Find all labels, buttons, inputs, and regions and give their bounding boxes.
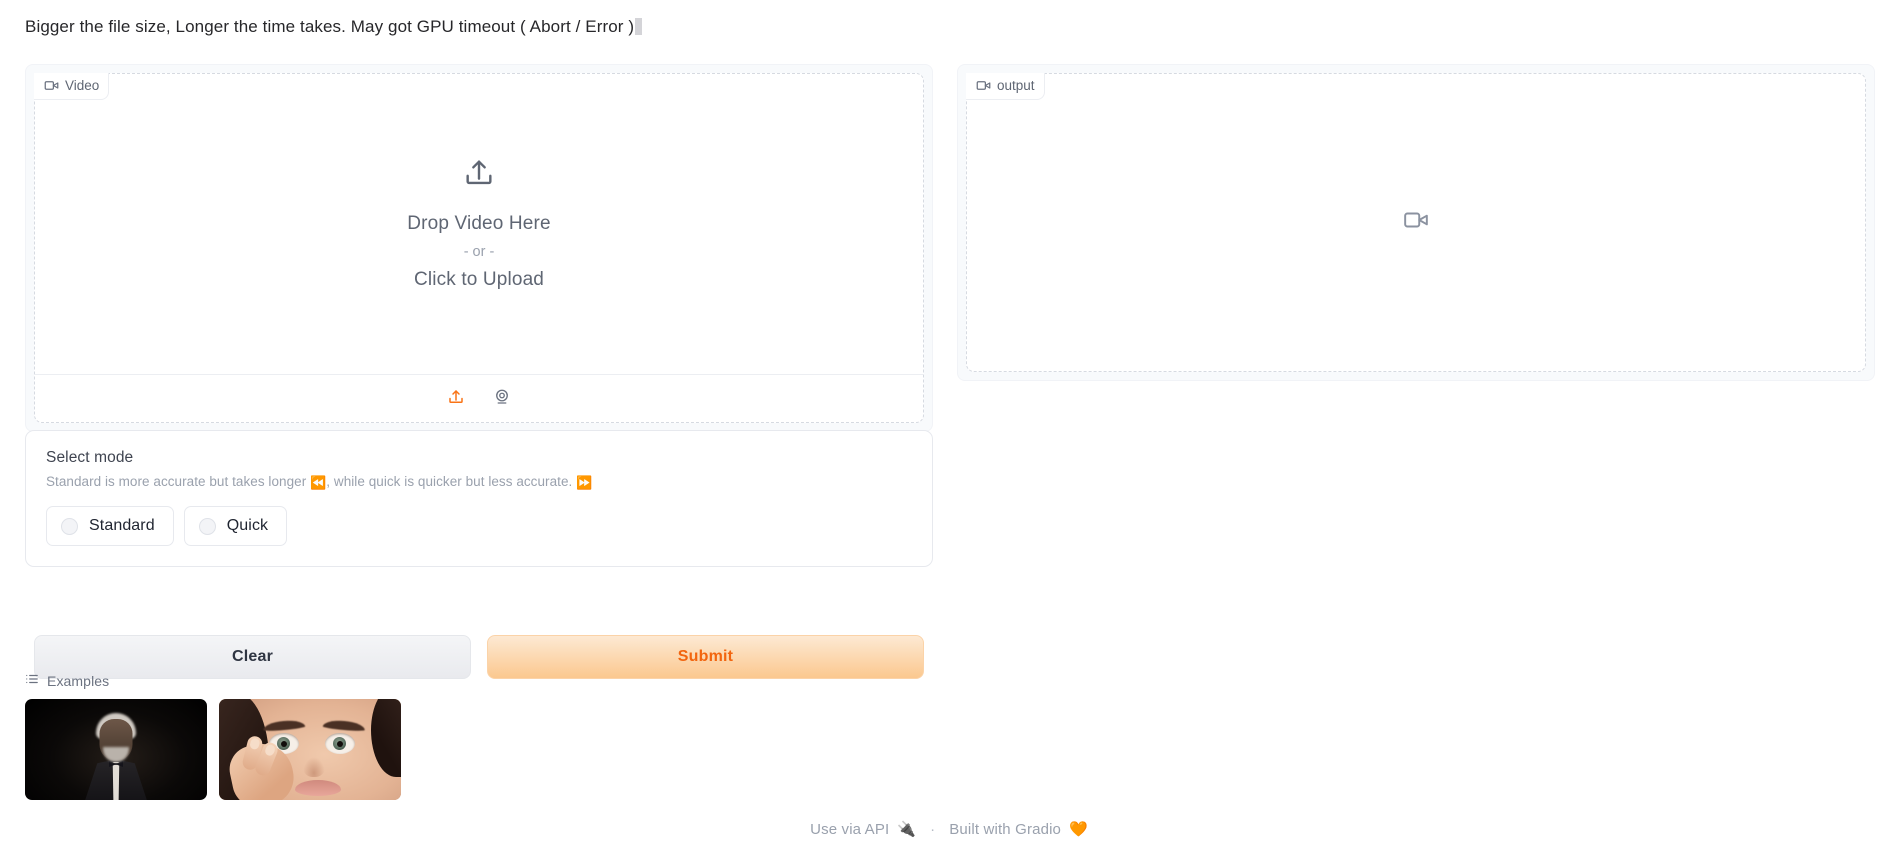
video-input-label: Video — [34, 73, 110, 100]
example-thumbnail-2[interactable] — [219, 699, 401, 800]
page-title-text: Bigger the file size, Longer the time ta… — [25, 17, 635, 36]
footer-separator: · — [930, 820, 936, 838]
mode-option-standard[interactable]: Standard — [46, 506, 174, 546]
list-icon — [25, 672, 39, 689]
examples-section: Examples — [25, 672, 1025, 800]
select-mode-info-middle: , while quick is quicker but less accura… — [326, 474, 577, 489]
video-upload-block[interactable]: Video Drop Video Here - or - Click to Up… — [34, 73, 924, 423]
example-thumbnail-1[interactable] — [25, 699, 207, 800]
webcam-source-button[interactable] — [489, 386, 515, 412]
fast-forward-emoji-icon: ⏩ — [576, 475, 593, 490]
video-source-bar — [35, 374, 923, 422]
upload-icon — [462, 156, 496, 195]
select-mode-panel: Select mode Standard is more accurate bu… — [25, 430, 933, 567]
drop-or-separator: - or - — [463, 243, 495, 260]
radio-circle-icon[interactable] — [61, 517, 78, 535]
mode-radio-group: Standard Quick — [46, 506, 912, 546]
thumb1-beard — [103, 747, 129, 762]
video-output-wrapper: output — [957, 64, 1875, 381]
thumb2-eye-right — [325, 733, 355, 754]
rewind-emoji-icon: ⏪ — [310, 475, 327, 490]
output-column: output — [957, 64, 1875, 381]
video-input-wrapper: Video Drop Video Here - or - Click to Up… — [25, 64, 933, 432]
thumb2-nail-2 — [263, 743, 277, 757]
plug-icon: 🔌 — [897, 821, 917, 838]
radio-circle-icon[interactable] — [198, 517, 216, 535]
thumb2-nail-1 — [249, 737, 261, 751]
mode-option-standard-label: Standard — [89, 517, 155, 534]
video-camera-icon — [44, 78, 59, 93]
select-mode-title: Select mode — [46, 449, 134, 466]
thumb2-nose — [303, 757, 325, 777]
app-root: Bigger the file size, Longer the time ta… — [0, 0, 1898, 860]
video-camera-icon — [1403, 207, 1429, 238]
thumb2-iris-right — [333, 737, 346, 750]
thumb2-pupil-right — [336, 740, 343, 747]
use-via-api-link[interactable]: Use via API 🔌 — [810, 820, 917, 839]
thumb2-pupil-left — [280, 740, 287, 747]
thumb2-lips — [295, 780, 341, 796]
mode-option-quick[interactable]: Quick — [183, 506, 288, 546]
footer: Use via API 🔌 · Built with Gradio 🧡 — [0, 820, 1898, 839]
video-drop-area[interactable]: Drop Video Here - or - Click to Upload — [35, 74, 923, 374]
webcam-icon — [493, 388, 511, 409]
video-output-label: output — [966, 73, 1045, 100]
examples-header: Examples — [25, 672, 1025, 689]
video-output-block: output — [966, 73, 1866, 372]
built-with-gradio-label: Built with Gradio — [949, 820, 1062, 838]
drop-title: Drop Video Here — [407, 212, 551, 234]
input-column: Video Drop Video Here - or - Click to Up… — [25, 64, 933, 679]
text-cursor — [635, 18, 643, 35]
upload-icon — [447, 388, 465, 409]
page-title: Bigger the file size, Longer the time ta… — [25, 16, 643, 38]
upload-source-button[interactable] — [443, 386, 469, 412]
video-output-label-text: output — [997, 78, 1035, 93]
select-mode-info: Standard is more accurate but takes long… — [46, 473, 912, 492]
built-with-gradio-link[interactable]: Built with Gradio 🧡 — [949, 820, 1088, 839]
video-input-label-text: Video — [65, 78, 100, 93]
examples-row — [25, 699, 1025, 800]
select-mode-info-prefix: Standard is more accurate but takes long… — [46, 474, 311, 489]
mode-option-quick-label: Quick — [226, 517, 269, 534]
output-empty-state — [967, 74, 1865, 371]
video-camera-icon — [976, 78, 991, 93]
gradio-heart-icon: 🧡 — [1069, 821, 1088, 838]
examples-header-text: Examples — [47, 672, 110, 689]
click-to-upload-text: Click to Upload — [413, 268, 545, 290]
use-via-api-label: Use via API — [810, 820, 890, 838]
